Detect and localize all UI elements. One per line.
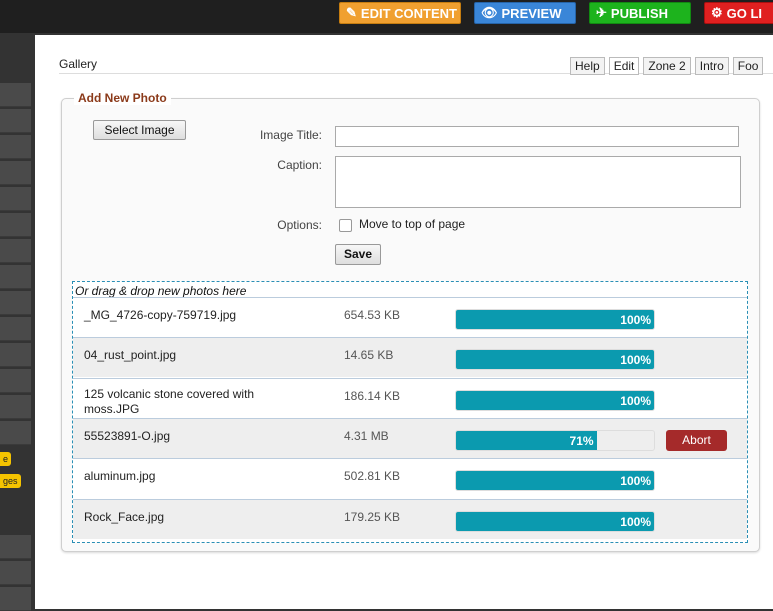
upload-row: _MG_4726-copy-759719.jpg 654.53 KB 100%: [73, 297, 747, 337]
move-to-top-checkbox[interactable]: [339, 219, 352, 232]
publish-label: PUBLISH: [610, 5, 668, 21]
image-title-label: Image Title:: [259, 128, 322, 142]
drop-hint: Or drag & drop new photos here: [75, 284, 247, 298]
upload-progress-fill: 100%: [456, 310, 654, 329]
upload-progress-text: 71%: [569, 433, 594, 448]
tab-help[interactable]: Help: [570, 57, 605, 75]
upload-progress-text: 100%: [620, 474, 651, 489]
tab-footer[interactable]: Foo: [732, 57, 764, 75]
caption-textarea[interactable]: [335, 156, 741, 208]
move-to-top-label: Move to top of page: [359, 217, 466, 231]
tab-zone-2[interactable]: Zone 2: [643, 57, 691, 75]
upload-progress-bar: 100%: [455, 389, 655, 411]
left-sidebar: e ges: [0, 33, 35, 611]
image-title-input[interactable]: [335, 126, 739, 147]
sidebar-badge[interactable]: ges: [0, 474, 21, 488]
sidebar-item[interactable]: [0, 421, 31, 445]
upload-filesize: 654.53 KB: [344, 308, 401, 322]
gears-icon: ⚙: [711, 5, 723, 20]
upload-filename: aluminum.jpg: [84, 469, 156, 484]
add-photo-fieldset: Add New Photo Select Image Image Title: …: [61, 91, 760, 552]
upload-progress-bar: 100%: [455, 510, 655, 532]
eye-icon: 👁: [481, 5, 498, 20]
upload-progress-fill: 100%: [456, 471, 654, 491]
sidebar-item[interactable]: [0, 187, 31, 211]
top-toolbar: ✎ EDIT CONTENT 👁 PREVIEW ✈ PUBLISH ⚙ GO …: [0, 0, 773, 33]
sidebar-item[interactable]: [0, 395, 31, 419]
sidebar-item[interactable]: [0, 109, 31, 133]
publish-button[interactable]: ✈ PUBLISH: [589, 2, 691, 24]
upload-progress-text: 100%: [620, 353, 651, 368]
fieldset-legend: Add New Photo: [74, 91, 171, 105]
upload-filename: _MG_4726-copy-759719.jpg: [84, 308, 237, 322]
upload-row: 55523891-O.jpg 4.31 MB 71% Abort: [73, 417, 747, 458]
main-panel: Gallery Help Edit Zone 2 Intro Foo Add N…: [35, 35, 773, 609]
select-image-button[interactable]: Select Image: [93, 120, 186, 140]
upload-progress-fill: 100%: [456, 350, 654, 370]
preview-button[interactable]: 👁 PREVIEW: [474, 2, 576, 24]
upload-progress-text: 100%: [620, 514, 651, 529]
tab-bar: Help Edit Zone 2 Intro Foo: [570, 57, 764, 75]
upload-filesize: 502.81 KB: [344, 469, 401, 484]
go-live-label: GO LI: [726, 5, 763, 21]
page-title: Gallery: [59, 57, 98, 71]
upload-progress-bar: 100%: [455, 349, 655, 371]
sidebar-item[interactable]: [0, 161, 31, 185]
go-live-button[interactable]: ⚙ GO LI: [704, 2, 773, 24]
sidebar-item[interactable]: [0, 213, 31, 237]
upload-row: 04_rust_point.jpg 14.65 KB 100%: [73, 337, 747, 378]
upload-filename: 04_rust_point.jpg: [84, 348, 177, 363]
upload-filename: Rock_Face.jpg: [84, 509, 165, 524]
upload-progress-fill: 100%: [456, 511, 654, 531]
upload-row: 125 volcanic stone covered with moss.JPG…: [73, 377, 747, 418]
abort-button[interactable]: Abort: [666, 429, 727, 451]
sidebar-item[interactable]: [0, 535, 31, 559]
edit-content-label: EDIT CONTENT: [360, 5, 457, 21]
upload-filesize: 186.14 KB: [344, 388, 401, 403]
upload-filename: 55523891-O.jpg: [84, 428, 171, 443]
sidebar-item[interactable]: [0, 317, 31, 341]
save-button[interactable]: Save: [335, 244, 381, 265]
upload-progress-fill: 71%: [456, 430, 597, 450]
upload-progress-bar: 100%: [455, 470, 655, 492]
sidebar-item[interactable]: [0, 291, 31, 315]
upload-filesize: 179.25 KB: [344, 509, 401, 524]
sidebar-item[interactable]: [0, 239, 31, 263]
sidebar-item[interactable]: [0, 587, 31, 611]
tab-intro[interactable]: Intro: [694, 57, 729, 75]
pencil-icon: ✎: [346, 5, 357, 20]
sidebar-item[interactable]: [0, 369, 31, 393]
drop-zone[interactable]: Or drag & drop new photos here _MG_4726-…: [72, 281, 748, 543]
upload-row: Rock_Face.jpg 179.25 KB 100%: [73, 498, 747, 539]
sidebar-item[interactable]: [0, 135, 31, 159]
upload-filesize: 4.31 MB: [344, 428, 389, 443]
tab-edit[interactable]: Edit: [608, 57, 640, 75]
upload-filesize: 14.65 KB: [344, 348, 394, 363]
sidebar-item[interactable]: [0, 561, 31, 585]
upload-filename: 125 volcanic stone covered with moss.JPG: [84, 386, 255, 416]
sidebar-item[interactable]: [0, 83, 31, 107]
sidebar-badge[interactable]: e: [0, 452, 12, 466]
preview-label: PREVIEW: [501, 5, 562, 21]
edit-content-button[interactable]: ✎ EDIT CONTENT: [339, 2, 461, 24]
upload-progress-fill: 100%: [456, 390, 654, 410]
upload-progress-text: 100%: [620, 313, 651, 327]
upload-progress-text: 100%: [620, 393, 651, 408]
options-label: Options:: [277, 218, 322, 232]
upload-progress-bar: 100%: [455, 309, 655, 330]
sidebar-item[interactable]: [0, 265, 31, 289]
plane-icon: ✈: [596, 5, 607, 20]
caption-label: Caption:: [277, 158, 322, 172]
upload-progress-bar: 71%: [455, 429, 655, 451]
upload-row: aluminum.jpg 502.81 KB 100%: [73, 458, 747, 498]
sidebar-item[interactable]: [0, 343, 31, 367]
